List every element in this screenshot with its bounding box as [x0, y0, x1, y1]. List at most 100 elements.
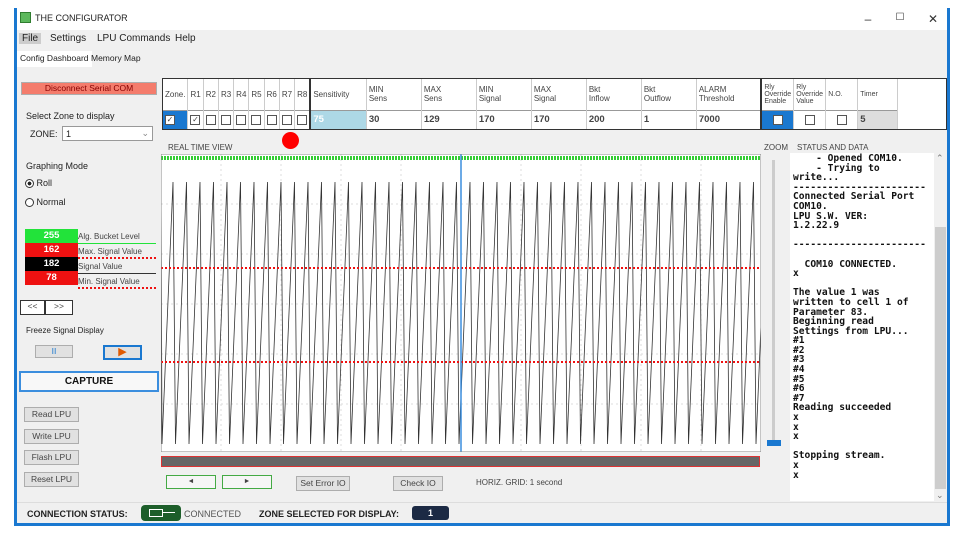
timer-value[interactable]: 5 [857, 110, 899, 129]
recording-indicator [282, 132, 299, 149]
prev-button[interactable]: << [20, 300, 45, 315]
zone-checkbox-cell[interactable] [264, 110, 280, 129]
relay-checkbox[interactable] [836, 114, 847, 125]
param-value-input[interactable]: 75 [310, 110, 367, 129]
param-header: MIN Sens [366, 79, 422, 110]
scroll-left-button[interactable]: ◄ [166, 475, 216, 489]
zone-select[interactable]: 1 ⌄ [62, 126, 153, 141]
zoom-slider-track[interactable] [772, 160, 775, 445]
relay-header: Timer [857, 79, 899, 110]
menu-help[interactable]: Help [175, 33, 196, 44]
zone-checkbox-cell[interactable] [248, 110, 265, 129]
param-value-input[interactable]: 129 [421, 110, 477, 129]
zone-checkbox[interactable] [205, 114, 216, 125]
relay-checkbox-cell[interactable] [825, 110, 859, 129]
param-value-input[interactable]: 7000 [696, 110, 763, 129]
param-value-input[interactable]: 170 [476, 110, 532, 129]
tab-config-dashboard[interactable]: Config Dashboard [17, 51, 92, 67]
relay-checkbox[interactable] [804, 114, 815, 125]
scroll-up-icon[interactable]: ⌃ [936, 153, 944, 164]
window-title: THE CONFIGURATOR [35, 13, 128, 23]
relay-header: N.O. [825, 79, 859, 110]
zone-header: R4 [233, 79, 250, 110]
zoom-slider-thumb[interactable] [767, 440, 781, 446]
zone-checkbox-cell[interactable] [294, 110, 312, 129]
tab-memory-map[interactable]: Memory Map [88, 51, 144, 67]
zone-checkbox[interactable]: ✓ [190, 114, 201, 125]
menu-lpu-commands[interactable]: LPU Commands [97, 33, 170, 44]
horiz-grid-label: HORIZ. GRID: 1 second [476, 478, 563, 487]
zone-header: R7 [279, 79, 296, 110]
connection-status-label: CONNECTION STATUS: [27, 509, 128, 519]
parameter-table: Zone. R1 R2 R3 R4 R5 R6 R7 R8 Sensitivity MIN Sens… [162, 78, 947, 130]
zone-header: R5 [248, 79, 265, 110]
status-scroll-thumb[interactable] [935, 227, 946, 489]
status-title: STATUS AND DATA [797, 143, 869, 152]
param-header: Bkt Outflow [641, 79, 697, 110]
next-button[interactable]: >> [45, 300, 73, 315]
relay-header: Rly Override Enable [761, 79, 795, 110]
write-lpu-button[interactable]: Write LPU [24, 429, 79, 444]
disconnect-serial-button[interactable]: Disconnect Serial COM [21, 82, 157, 95]
status-scrollbar[interactable]: ⌃ ⌄ [934, 153, 947, 501]
graph-scrollbar[interactable] [161, 456, 760, 467]
zone-checkbox[interactable] [236, 114, 247, 125]
plug-icon [141, 505, 181, 521]
radio-normal[interactable]: Normal [25, 197, 66, 208]
relay-checkbox-cell[interactable] [793, 110, 827, 129]
zone-checkbox[interactable] [266, 114, 277, 125]
chevron-down-icon: ⌄ [141, 128, 149, 138]
zone-checkbox[interactable]: ✓ [165, 114, 175, 125]
param-value-input[interactable]: 30 [366, 110, 422, 129]
param-header: Bkt Inflow [586, 79, 642, 110]
check-io-button[interactable]: Check IO [393, 476, 443, 491]
zone-checkbox-cell[interactable] [279, 110, 296, 129]
legend-value-bucket: 255 [25, 229, 78, 243]
zone-header: Zone. [163, 79, 189, 110]
zone-group-label: Select Zone to display [26, 111, 115, 121]
maximize-button[interactable]: ☐ [890, 12, 910, 23]
play-button[interactable]: ▶ [103, 345, 142, 360]
menu-file[interactable]: File [19, 33, 42, 44]
real-time-graph [161, 154, 761, 452]
reset-lpu-button[interactable]: Reset LPU [24, 472, 79, 487]
zone-checkbox[interactable] [220, 114, 231, 125]
read-lpu-button[interactable]: Read LPU [24, 407, 79, 422]
zone-checkbox-cell[interactable] [218, 110, 235, 129]
zone-checkbox-cell[interactable] [233, 110, 250, 129]
status-log[interactable]: - Opened COM10. - Trying to write... ---… [790, 153, 947, 501]
connection-status-value: CONNECTED [184, 509, 242, 519]
relay-checkbox-cell[interactable] [761, 110, 795, 129]
zone-checkbox-cell[interactable]: ✓ [187, 110, 204, 129]
param-value-input[interactable]: 1 [641, 110, 697, 129]
zone-checkbox-cell[interactable] [203, 110, 219, 129]
zone-checkbox[interactable] [251, 114, 262, 125]
scroll-down-icon[interactable]: ⌄ [936, 490, 944, 501]
scroll-right-button[interactable]: ► [222, 475, 272, 489]
freeze-label: Freeze Signal Display [26, 326, 104, 335]
zone-checkbox[interactable] [297, 114, 308, 125]
close-button[interactable]: ✕ [923, 12, 943, 26]
zone-checkbox[interactable] [281, 114, 292, 125]
param-value-input[interactable]: 200 [586, 110, 642, 129]
legend-label-max: Max. Signal Value [78, 244, 156, 259]
footer-divider [17, 502, 947, 503]
graphing-mode-label: Graphing Mode [26, 161, 89, 171]
radio-roll[interactable]: Roll [25, 178, 52, 189]
param-value-input[interactable]: 170 [531, 110, 587, 129]
relay-checkbox[interactable] [772, 114, 783, 125]
zone-header: R8 [294, 79, 312, 110]
title-bar: THE CONFIGURATOR [17, 8, 947, 30]
flash-lpu-button[interactable]: Flash LPU [24, 450, 79, 465]
capture-button[interactable]: CAPTURE [19, 371, 159, 392]
minimize-button[interactable]: – [858, 12, 878, 26]
zone-header: R2 [203, 79, 219, 110]
zone-checkbox-cell[interactable]: ✓ [163, 110, 189, 129]
menu-settings[interactable]: Settings [50, 33, 86, 44]
set-error-io-button[interactable]: Set Error IO [296, 476, 350, 491]
legend-value-signal: 182 [25, 257, 78, 271]
pause-button[interactable]: II [35, 345, 73, 358]
app-icon [20, 12, 31, 23]
radio-normal-label: Normal [36, 197, 66, 207]
zone-header: R1 [187, 79, 204, 110]
